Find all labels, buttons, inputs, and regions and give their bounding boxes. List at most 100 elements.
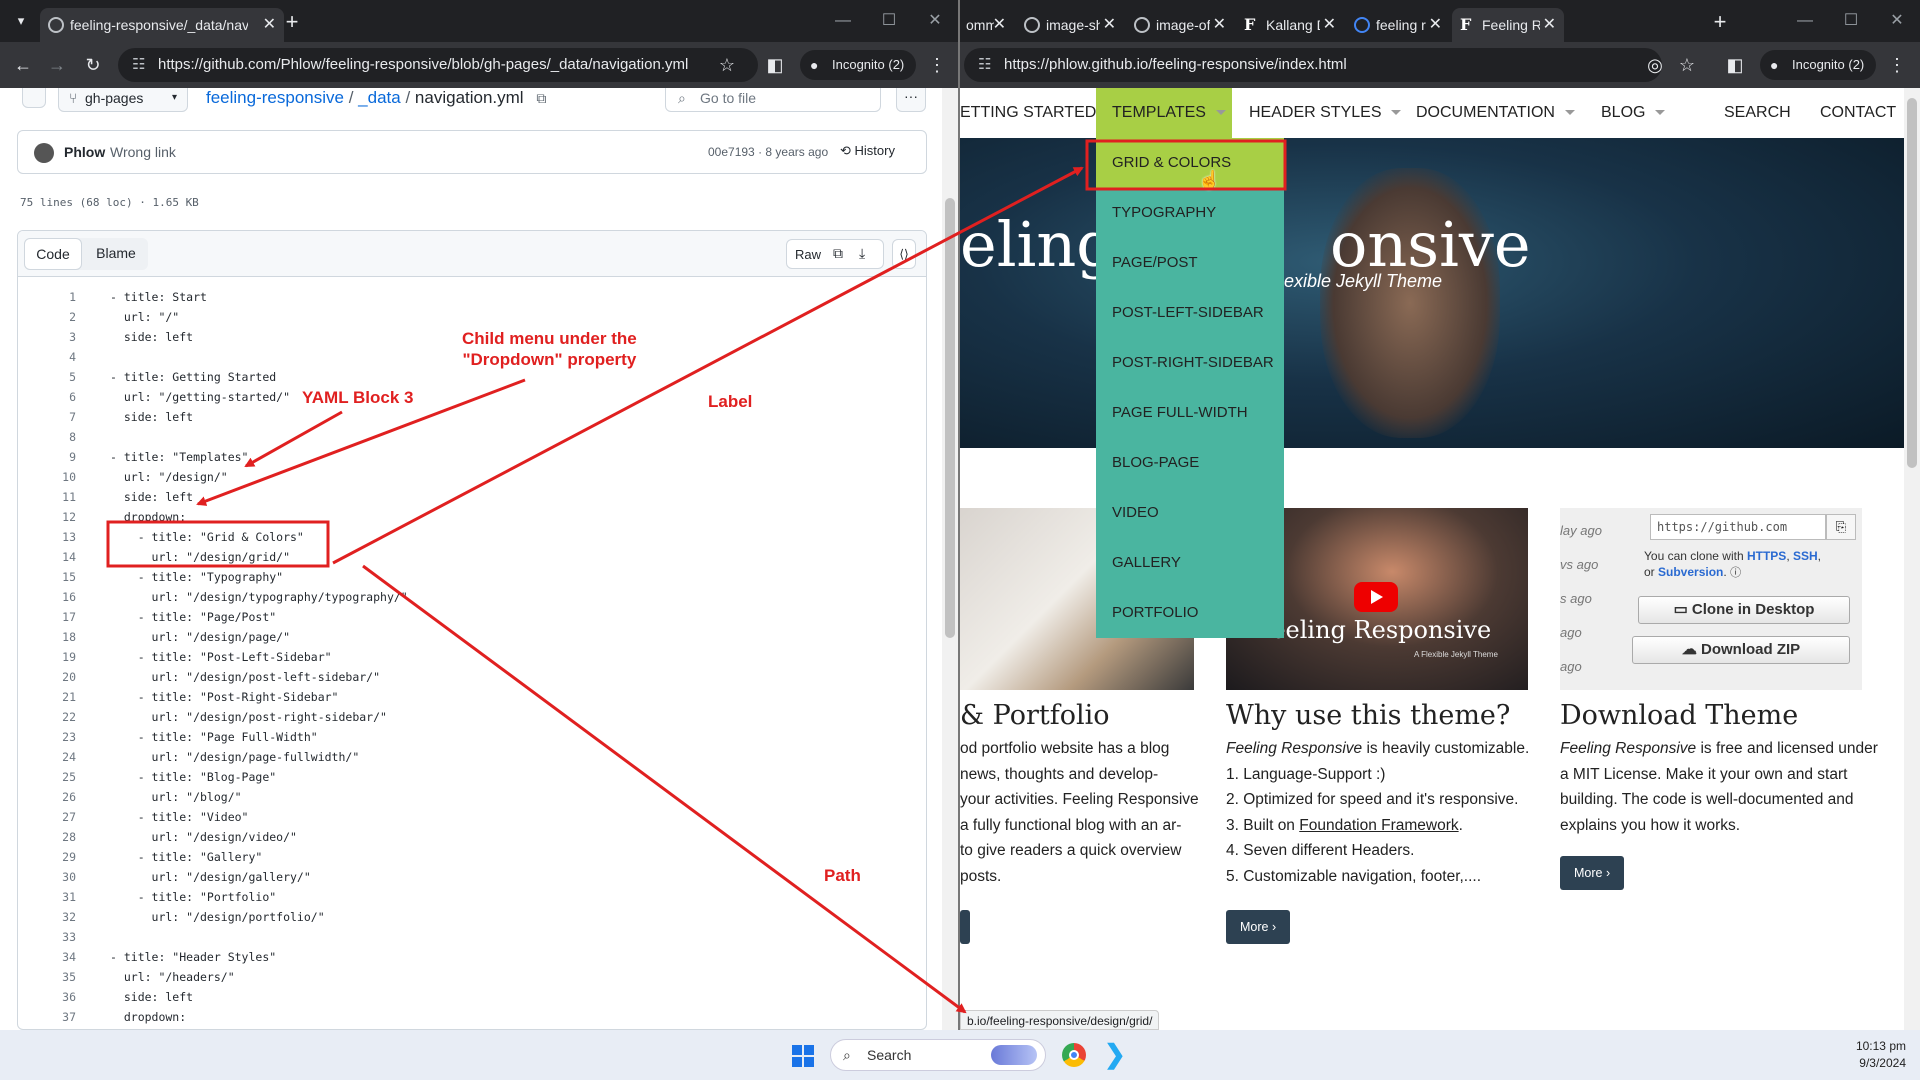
download-icon[interactable]: ⤓ — [859, 245, 865, 262]
line-number[interactable]: 36 — [18, 987, 76, 1007]
line-number[interactable]: 9 — [18, 447, 76, 467]
browser-tab[interactable]: image-of-s✕ — [1126, 8, 1234, 42]
maximize-button[interactable]: ☐ — [1828, 0, 1874, 42]
menu-kebab-icon[interactable]: ⋮ — [1882, 50, 1912, 80]
dropdown-item-post-left-sidebar[interactable]: POST-LEFT-SIDEBAR — [1096, 288, 1284, 338]
nav-header-styles[interactable]: HEADER STYLES — [1249, 88, 1402, 138]
go-to-file-input[interactable]: ⌕ Go to file — [665, 88, 881, 112]
line-number[interactable]: 16 — [18, 587, 76, 607]
scrollbar-thumb[interactable] — [945, 198, 955, 638]
browser-tab[interactable]: feeling resp✕ — [1346, 8, 1450, 42]
line-number[interactable]: 3 — [18, 327, 76, 347]
more-options-icon[interactable]: ··· — [896, 88, 926, 112]
browser-tab[interactable]: F Kallang Dog✕ — [1236, 8, 1344, 42]
nav-documentation[interactable]: DOCUMENTATION — [1416, 88, 1575, 138]
line-number[interactable]: 22 — [18, 707, 76, 727]
line-number[interactable]: 33 — [18, 927, 76, 947]
line-number[interactable]: 20 — [18, 667, 76, 687]
reload-icon[interactable]: ↻ — [78, 50, 108, 80]
dropdown-item-page-full-width[interactable]: PAGE FULL-WIDTH — [1096, 388, 1284, 438]
tab-github[interactable]: feeling-responsive/_data/navig ✕ — [40, 8, 284, 42]
taskbar-search[interactable]: ⌕ Search — [830, 1039, 1046, 1071]
nav-contact[interactable]: CONTACT — [1820, 88, 1896, 138]
close-tab-icon[interactable]: ✕ — [1543, 8, 1556, 42]
dropdown-item-post-right-sidebar[interactable]: POST-RIGHT-SIDEBAR — [1096, 338, 1284, 388]
copy-icon[interactable]: ⧉ — [833, 245, 843, 262]
dropdown-item-grid-colors[interactable]: GRID & COLORS — [1096, 138, 1284, 188]
col2-more-button[interactable]: More › — [1226, 910, 1291, 944]
side-panel-icon[interactable]: ◧ — [760, 50, 790, 80]
line-number[interactable]: 5 — [18, 367, 76, 387]
line-number[interactable]: 28 — [18, 827, 76, 847]
nav-templates[interactable]: TEMPLATES — [1096, 88, 1232, 138]
tab-blame[interactable]: Blame — [88, 238, 144, 270]
new-tab-button[interactable]: + — [278, 8, 306, 36]
scrollbar-left[interactable] — [942, 88, 958, 1030]
close-tab-icon[interactable]: ✕ — [263, 8, 276, 42]
back-icon[interactable]: ← — [8, 50, 38, 80]
browser-tab[interactable]: omm ✕ — [960, 8, 1014, 42]
vscode-icon[interactable]: ❯ — [1104, 1040, 1132, 1068]
line-number[interactable]: 31 — [18, 887, 76, 907]
maximize-button[interactable]: ☐ — [866, 0, 912, 42]
breadcrumb-folder-link[interactable]: _data — [358, 88, 401, 107]
line-number[interactable]: 21 — [18, 687, 76, 707]
dropdown-item-portfolio[interactable]: PORTFOLIO — [1096, 588, 1284, 638]
close-tab-icon[interactable]: ✕ — [1213, 8, 1226, 42]
dropdown-item-blog-page[interactable]: BLOG-PAGE — [1096, 438, 1284, 488]
line-number[interactable]: 11 — [18, 487, 76, 507]
line-number[interactable]: 34 — [18, 947, 76, 967]
youtube-play-icon[interactable] — [1354, 582, 1398, 612]
line-number[interactable]: 35 — [18, 967, 76, 987]
foundation-link[interactable]: Foundation Framework — [1299, 817, 1458, 834]
copy-path-icon[interactable]: ⧉ — [536, 90, 546, 106]
branch-selector[interactable]: ⑂ gh-pages ▾ — [58, 88, 188, 112]
menu-kebab-icon[interactable]: ⋮ — [922, 50, 952, 80]
close-tab-icon[interactable]: ✕ — [993, 8, 1006, 42]
line-number[interactable]: 26 — [18, 787, 76, 807]
nav-blog[interactable]: BLOG — [1601, 88, 1666, 138]
close-tab-icon[interactable]: ✕ — [1103, 8, 1116, 42]
commit-author[interactable]: Phlow — [64, 144, 105, 160]
system-clock[interactable]: 10:13 pm 9/3/2024 — [1826, 1038, 1906, 1072]
line-number[interactable]: 15 — [18, 567, 76, 587]
dropdown-item-page-post[interactable]: PAGE/POST — [1096, 238, 1284, 288]
dropdown-item-gallery[interactable]: GALLERY — [1096, 538, 1284, 588]
commit-hash[interactable]: 00e7193 — [708, 145, 755, 159]
new-tab-button[interactable]: + — [1706, 8, 1734, 36]
line-number[interactable]: 17 — [18, 607, 76, 627]
line-number[interactable]: 29 — [18, 847, 76, 867]
line-number[interactable]: 14 — [18, 547, 76, 567]
windows-start-icon[interactable] — [792, 1045, 814, 1067]
nav-getting-started[interactable]: ETTING STARTED — [960, 88, 1096, 138]
line-number[interactable]: 6 — [18, 387, 76, 407]
address-bar[interactable]: ☷ https://phlow.github.io/feeling-respon… — [964, 48, 1662, 82]
line-number[interactable]: 2 — [18, 307, 76, 327]
close-window-button[interactable]: ✕ — [1874, 0, 1920, 42]
incognito-badge[interactable]: ● Incognito (2) — [1760, 50, 1877, 80]
line-number[interactable]: 25 — [18, 767, 76, 787]
commit-message[interactable]: Wrong link — [110, 144, 176, 160]
minimize-button[interactable]: — — [1782, 0, 1828, 42]
raw-button[interactable]: Raw — [795, 247, 821, 262]
forward-icon[interactable]: → — [42, 50, 72, 80]
scrollbar-thumb[interactable] — [1907, 98, 1917, 468]
tab-code[interactable]: Code — [24, 238, 82, 270]
browser-tab[interactable]: F Feeling Resp✕ — [1452, 8, 1564, 42]
line-number[interactable]: 13 — [18, 527, 76, 547]
minimize-button[interactable]: — — [820, 0, 866, 42]
scrollbar-right[interactable] — [1904, 88, 1920, 1030]
line-number[interactable]: 1 — [18, 287, 76, 307]
bookmark-star-icon[interactable]: ☆ — [1672, 50, 1702, 80]
close-tab-icon[interactable]: ✕ — [1429, 8, 1442, 42]
close-tab-icon[interactable]: ✕ — [1323, 8, 1336, 42]
nav-search[interactable]: SEARCH — [1724, 88, 1791, 138]
line-number[interactable]: 24 — [18, 747, 76, 767]
line-number[interactable]: 4 — [18, 347, 76, 367]
line-number[interactable]: 37 — [18, 1007, 76, 1027]
history-button[interactable]: ⟲ History — [840, 143, 895, 159]
bookmark-star-icon[interactable]: ☆ — [712, 50, 742, 80]
symbols-panel-icon[interactable]: ⟨⟩ — [892, 239, 916, 269]
incognito-badge[interactable]: ● Incognito (2) — [800, 50, 917, 80]
side-panel-icon[interactable]: ◧ — [1720, 50, 1750, 80]
